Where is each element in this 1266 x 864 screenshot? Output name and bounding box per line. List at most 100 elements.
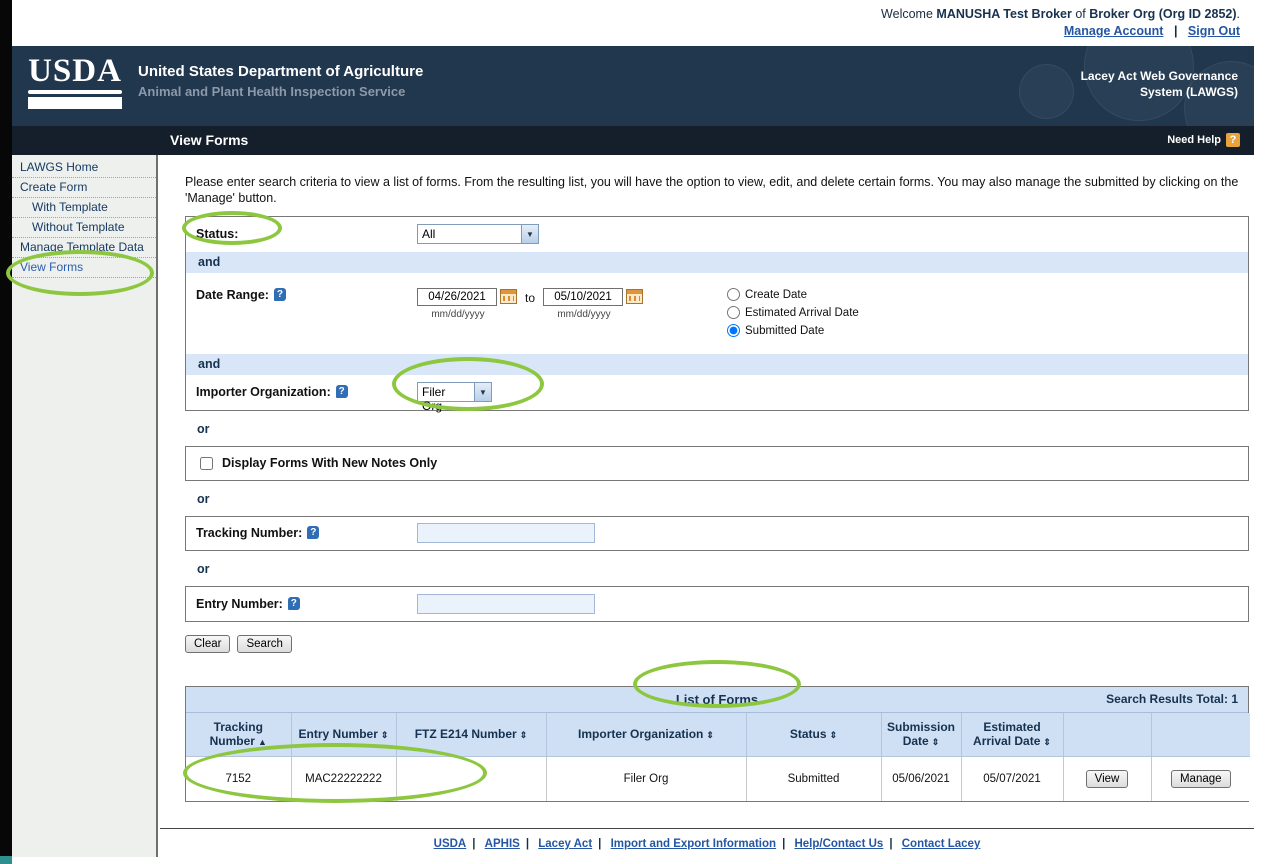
column-label: Submission Date bbox=[886, 720, 955, 749]
welcome-period: . bbox=[1236, 7, 1240, 21]
search-buttons-row: Clear Search bbox=[185, 634, 1249, 653]
column-header-importer-organization[interactable]: Importer Organization ⇕ bbox=[545, 712, 747, 757]
manage-button[interactable]: Manage bbox=[1170, 769, 1231, 788]
radio-line-estimated-arrival: Estimated Arrival Date bbox=[727, 304, 859, 322]
column-header-manage bbox=[1150, 712, 1250, 757]
new-notes-checkbox[interactable] bbox=[200, 456, 213, 470]
importer-org-label: Importer Organization:? bbox=[196, 385, 417, 399]
create-date-label: Create Date bbox=[745, 288, 808, 301]
date-format-hint: mm/dd/yyyy bbox=[557, 308, 611, 320]
footer-link-help-contact[interactable]: Help/Contact Us bbox=[794, 838, 883, 850]
view-button[interactable]: View bbox=[1085, 769, 1129, 788]
date-type-radio-group: Create Date Estimated Arrival Date Submi… bbox=[727, 286, 859, 340]
help-icon[interactable]: ? bbox=[287, 596, 300, 610]
date-to-input[interactable] bbox=[543, 287, 624, 306]
date-from-group: mm/dd/yyyy bbox=[417, 287, 517, 320]
tracking-number-label-text: Tracking Number: bbox=[196, 526, 303, 540]
entry-number-input[interactable] bbox=[417, 593, 595, 614]
column-label: Entry Number bbox=[298, 727, 378, 742]
importer-org-label-text: Importer Organization: bbox=[196, 385, 331, 399]
cell-ftz-number bbox=[395, 756, 547, 801]
calendar-icon[interactable] bbox=[500, 289, 517, 304]
and-divider: and bbox=[186, 353, 1248, 375]
need-help-link[interactable]: Need Help ? bbox=[1167, 133, 1240, 147]
cell-submission-date: 05/06/2021 bbox=[880, 756, 962, 801]
app-title-line1: Lacey Act Web Governance bbox=[1080, 69, 1238, 83]
column-label: Estimated Arrival Date bbox=[973, 720, 1041, 749]
user-name: MANUSHA Test Broker bbox=[936, 7, 1072, 21]
date-from-input[interactable] bbox=[417, 287, 497, 306]
search-criteria-box: Status: All ▼ and Date Range:? 04/26/202… bbox=[185, 215, 1249, 413]
calendar-icon[interactable] bbox=[626, 289, 644, 304]
need-help-icon[interactable]: ? bbox=[1226, 133, 1240, 147]
column-header-estimated-arrival-date[interactable]: Estimated Arrival Date ⇕ bbox=[960, 712, 1064, 757]
footer-link-lacey-act[interactable]: Lacey Act bbox=[538, 838, 592, 850]
column-label: Tracking Number bbox=[209, 720, 263, 749]
welcome-text: Welcome MANUSHA Test Broker of Broker Or… bbox=[12, 7, 1240, 21]
results-table: Tracking Number ▲ Entry Number ⇕ FTZ E214 … bbox=[186, 712, 1250, 801]
column-header-submission-date[interactable]: Submission Date ⇕ bbox=[880, 712, 962, 757]
sort-asc-icon: ▲ bbox=[257, 737, 267, 748]
column-header-view bbox=[1062, 712, 1152, 757]
sidebar-nav: LAWGS Home Create Form With Template Wit… bbox=[12, 155, 158, 857]
usda-logo-text: USDA bbox=[28, 53, 122, 89]
link-separator: | bbox=[1173, 24, 1178, 38]
tracking-number-input[interactable] bbox=[417, 523, 595, 543]
footer-link-usda[interactable]: USDA bbox=[434, 838, 467, 850]
new-notes-box: Display Forms With New Notes Only bbox=[185, 445, 1249, 481]
footer-separator: | bbox=[472, 838, 476, 850]
of-text: of bbox=[1075, 7, 1086, 21]
manage-account-link[interactable]: Manage Account bbox=[1064, 24, 1164, 38]
search-button[interactable]: Search bbox=[237, 634, 292, 653]
clear-button[interactable]: Clear bbox=[185, 634, 231, 653]
org-name: Broker Org (Org ID 2852) bbox=[1089, 7, 1237, 21]
sidebar-item-view-forms[interactable]: View Forms bbox=[12, 258, 156, 278]
create-date-radio[interactable] bbox=[727, 288, 741, 301]
sidebar-item-create-form[interactable]: Create Form bbox=[12, 178, 156, 198]
footer-link-aphis[interactable]: APHIS bbox=[485, 838, 520, 850]
sort-icon: ⇕ bbox=[1043, 737, 1051, 748]
importer-org-select[interactable]: Filer Org ▼ bbox=[417, 382, 492, 413]
department-title: United States Department of Agriculture … bbox=[138, 63, 423, 99]
help-icon[interactable]: ? bbox=[273, 287, 286, 301]
date-controls: mm/dd/yyyy to mm/dd/yyyy Create Date bbox=[417, 286, 859, 340]
submitted-date-radio[interactable] bbox=[727, 324, 741, 337]
sign-out-link[interactable]: Sign Out bbox=[1188, 24, 1240, 38]
sidebar-item-manage-template-data[interactable]: Manage Template Data bbox=[12, 238, 156, 258]
column-label: Status bbox=[789, 727, 827, 742]
topbar: Welcome MANUSHA Test Broker of Broker Or… bbox=[12, 0, 1254, 46]
sidebar-item-lawgs-home[interactable]: LAWGS Home bbox=[12, 158, 156, 178]
usda-logo-bar bbox=[28, 97, 122, 109]
search-results-total: Search Results Total: 1 bbox=[1106, 692, 1238, 706]
intro-text: Please enter search criteria to view a l… bbox=[185, 175, 1239, 206]
footer-separator: | bbox=[782, 838, 786, 850]
welcome-prefix: Welcome bbox=[881, 7, 933, 21]
sort-icon: ⇕ bbox=[380, 730, 389, 741]
date-range-row: Date Range:? mm/dd/yyyy to bbox=[186, 273, 1248, 354]
column-header-ftz-e214-number[interactable]: FTZ E214 Number ⇕ bbox=[395, 712, 547, 757]
results-panel: List of Forms Search Results Total: 1 Tr… bbox=[185, 685, 1250, 802]
page-title: View Forms bbox=[170, 132, 249, 148]
column-header-tracking-number[interactable]: Tracking Number ▲ bbox=[186, 712, 292, 757]
page-header-bar: View Forms Need Help ? bbox=[12, 126, 1254, 155]
footer-separator: | bbox=[889, 838, 893, 850]
help-icon[interactable]: ? bbox=[335, 385, 348, 398]
status-select-value: All bbox=[422, 227, 436, 241]
sidebar-item-without-template[interactable]: Without Template bbox=[12, 218, 156, 238]
footer-link-contact-lacey[interactable]: Contact Lacey bbox=[902, 838, 981, 850]
column-header-status[interactable]: Status ⇕ bbox=[745, 712, 882, 757]
left-strip-accent bbox=[0, 856, 12, 864]
sort-icon: ⇕ bbox=[931, 737, 940, 748]
footer-separator: | bbox=[598, 838, 602, 850]
chevron-down-icon: ▼ bbox=[474, 383, 491, 401]
and-divider: and bbox=[186, 251, 1248, 273]
status-select[interactable]: All ▼ bbox=[417, 224, 539, 244]
usda-header: USDA United States Department of Agricul… bbox=[12, 46, 1254, 126]
estimated-arrival-date-radio[interactable] bbox=[727, 306, 741, 319]
help-icon[interactable]: ? bbox=[307, 526, 320, 539]
footer-link-import-export[interactable]: Import and Export Information bbox=[611, 838, 776, 850]
column-label: Importer Organization bbox=[578, 727, 704, 742]
results-title-bar: List of Forms Search Results Total: 1 bbox=[186, 686, 1248, 713]
column-header-entry-number[interactable]: Entry Number ⇕ bbox=[290, 712, 397, 757]
sidebar-item-with-template[interactable]: With Template bbox=[12, 198, 156, 218]
